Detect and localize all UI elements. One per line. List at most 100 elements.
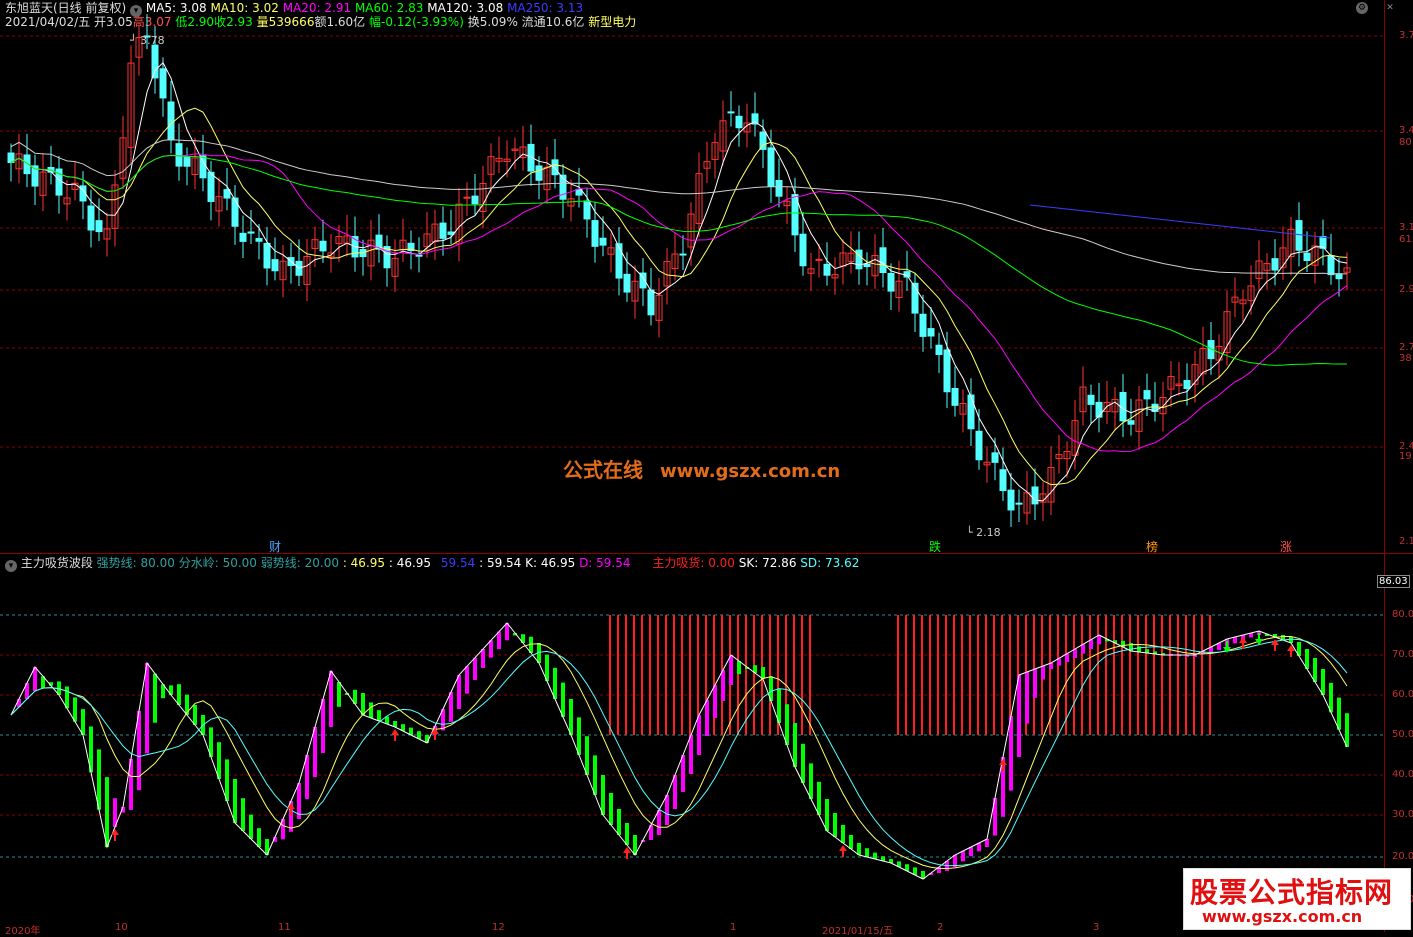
oscillator-bar [241, 798, 245, 831]
oscillator-bar [1041, 666, 1045, 680]
oscillator-bar [593, 755, 597, 795]
oscillator-bar [1233, 637, 1237, 644]
oscillator-bar [873, 852, 877, 859]
oscillator-bar [737, 661, 741, 675]
candle-body [647, 289, 655, 316]
oscillator-bar [561, 682, 565, 717]
marker-cai[interactable]: 财 [269, 540, 281, 554]
candle-body [239, 232, 247, 242]
candle-body [159, 68, 167, 99]
oscillator-bar [865, 848, 869, 857]
candle-body [95, 220, 103, 233]
oscillator-bar [217, 742, 221, 779]
oscillator-bar [1321, 669, 1325, 695]
price-tick-label: 19.1 [1399, 451, 1413, 462]
candle-body [919, 313, 927, 337]
k-value: K: 46.95 [525, 556, 576, 570]
candle-body [727, 111, 735, 114]
strong-line: 强势线: 80.00 [96, 556, 175, 570]
oscillator-bar [1033, 669, 1037, 698]
indicator-name[interactable]: 主力吸货波段 [21, 556, 93, 570]
candle-body [463, 196, 471, 199]
oscillator-bar [449, 692, 453, 722]
price-tick-label: 38.2 [1399, 353, 1413, 364]
site-logo: 股票公式指标网 www.gszx.com.cn [1183, 868, 1411, 930]
oscillator-bar [681, 755, 685, 792]
oscillator-bar [193, 704, 197, 725]
candle-body [767, 147, 775, 187]
candle-body [1303, 252, 1311, 262]
oscillator-bar [361, 693, 365, 715]
chevron-down-icon[interactable]: ▾ [5, 560, 17, 572]
candle-body [887, 272, 895, 292]
candle-body [263, 242, 271, 269]
price-tick-label: 2.7 [1399, 342, 1413, 353]
oscillator-bar [977, 843, 981, 852]
marker-die[interactable]: 跌 [929, 540, 941, 554]
oscillator-bar [313, 727, 317, 777]
candle-body [1295, 220, 1303, 251]
main-buy-value: 主力吸货: 0.00 [652, 556, 735, 570]
candle-body [815, 258, 823, 261]
oscillator-bar [577, 717, 581, 755]
candle-body [383, 246, 391, 269]
oscillator-bar [705, 700, 709, 736]
candle-body [255, 238, 263, 242]
indicator-tick-label: 30.0 [1392, 809, 1413, 820]
sell-arrow-icon [1255, 633, 1263, 645]
oscillator-bar [657, 810, 661, 835]
oscillator-bar [1345, 713, 1349, 747]
oscillator-bar [233, 779, 237, 823]
oscillator-bar [1009, 716, 1013, 791]
oscillator-bar [785, 704, 789, 745]
candle-body [1087, 394, 1095, 405]
oscillator-bar [97, 749, 101, 810]
candle-body [879, 247, 887, 274]
oscillator-bar [1025, 672, 1029, 724]
price-tick-label: 2.9 [1399, 284, 1413, 295]
date-tick-label: 2020年 [5, 926, 41, 937]
oscillator-bar [833, 813, 837, 837]
oscillator-bar [729, 655, 733, 685]
marker-bang[interactable]: 榜 [1146, 540, 1158, 554]
candle-body [615, 243, 623, 279]
candle-body [1335, 273, 1343, 280]
marker-zhang[interactable]: 涨 [1280, 540, 1292, 554]
oscillator-bar [713, 685, 717, 718]
buy-arrow-icon [431, 728, 439, 740]
oscillator-bar [721, 670, 725, 701]
d-value: D: 59.54 [579, 556, 631, 570]
candle-body [471, 195, 479, 205]
candle-body [583, 200, 591, 220]
oscillator-bar [329, 671, 333, 727]
oscillator-bar [489, 640, 493, 658]
date-tick-label: 1 [730, 922, 737, 933]
candle-body [759, 131, 767, 150]
indicator-tick-label: 40.0 [1392, 769, 1413, 780]
oscillator-bar [1329, 682, 1333, 713]
oscillator-bar [1313, 658, 1317, 682]
buy-arrow-icon [111, 829, 119, 841]
oscillator-bar [601, 775, 605, 815]
logo-title: 股票公式指标网 [1190, 876, 1394, 909]
candle-body [623, 273, 631, 293]
indicator-tick-label: 60.0 [1392, 689, 1413, 700]
oscillator-bar [177, 684, 181, 705]
candle-body [319, 240, 327, 252]
candle-body [87, 205, 95, 231]
ma5-line [10, 61, 1348, 502]
oscillator-bar [1017, 675, 1021, 757]
oscillator-bar [665, 795, 669, 825]
ma250-line [1029, 204, 1331, 239]
value-4: : 59.54 [479, 556, 522, 570]
oscillator-bar [793, 723, 797, 767]
candle-body [935, 344, 943, 355]
oscillator-bar [457, 675, 461, 709]
oscillator-bar [369, 702, 373, 718]
candle-body [967, 394, 975, 430]
buy-arrow-icon [839, 845, 847, 857]
oscillator-bar [673, 775, 677, 809]
candle-body [679, 253, 687, 256]
sd-value: SD: 73.62 [800, 556, 860, 570]
candle-body [535, 165, 543, 181]
